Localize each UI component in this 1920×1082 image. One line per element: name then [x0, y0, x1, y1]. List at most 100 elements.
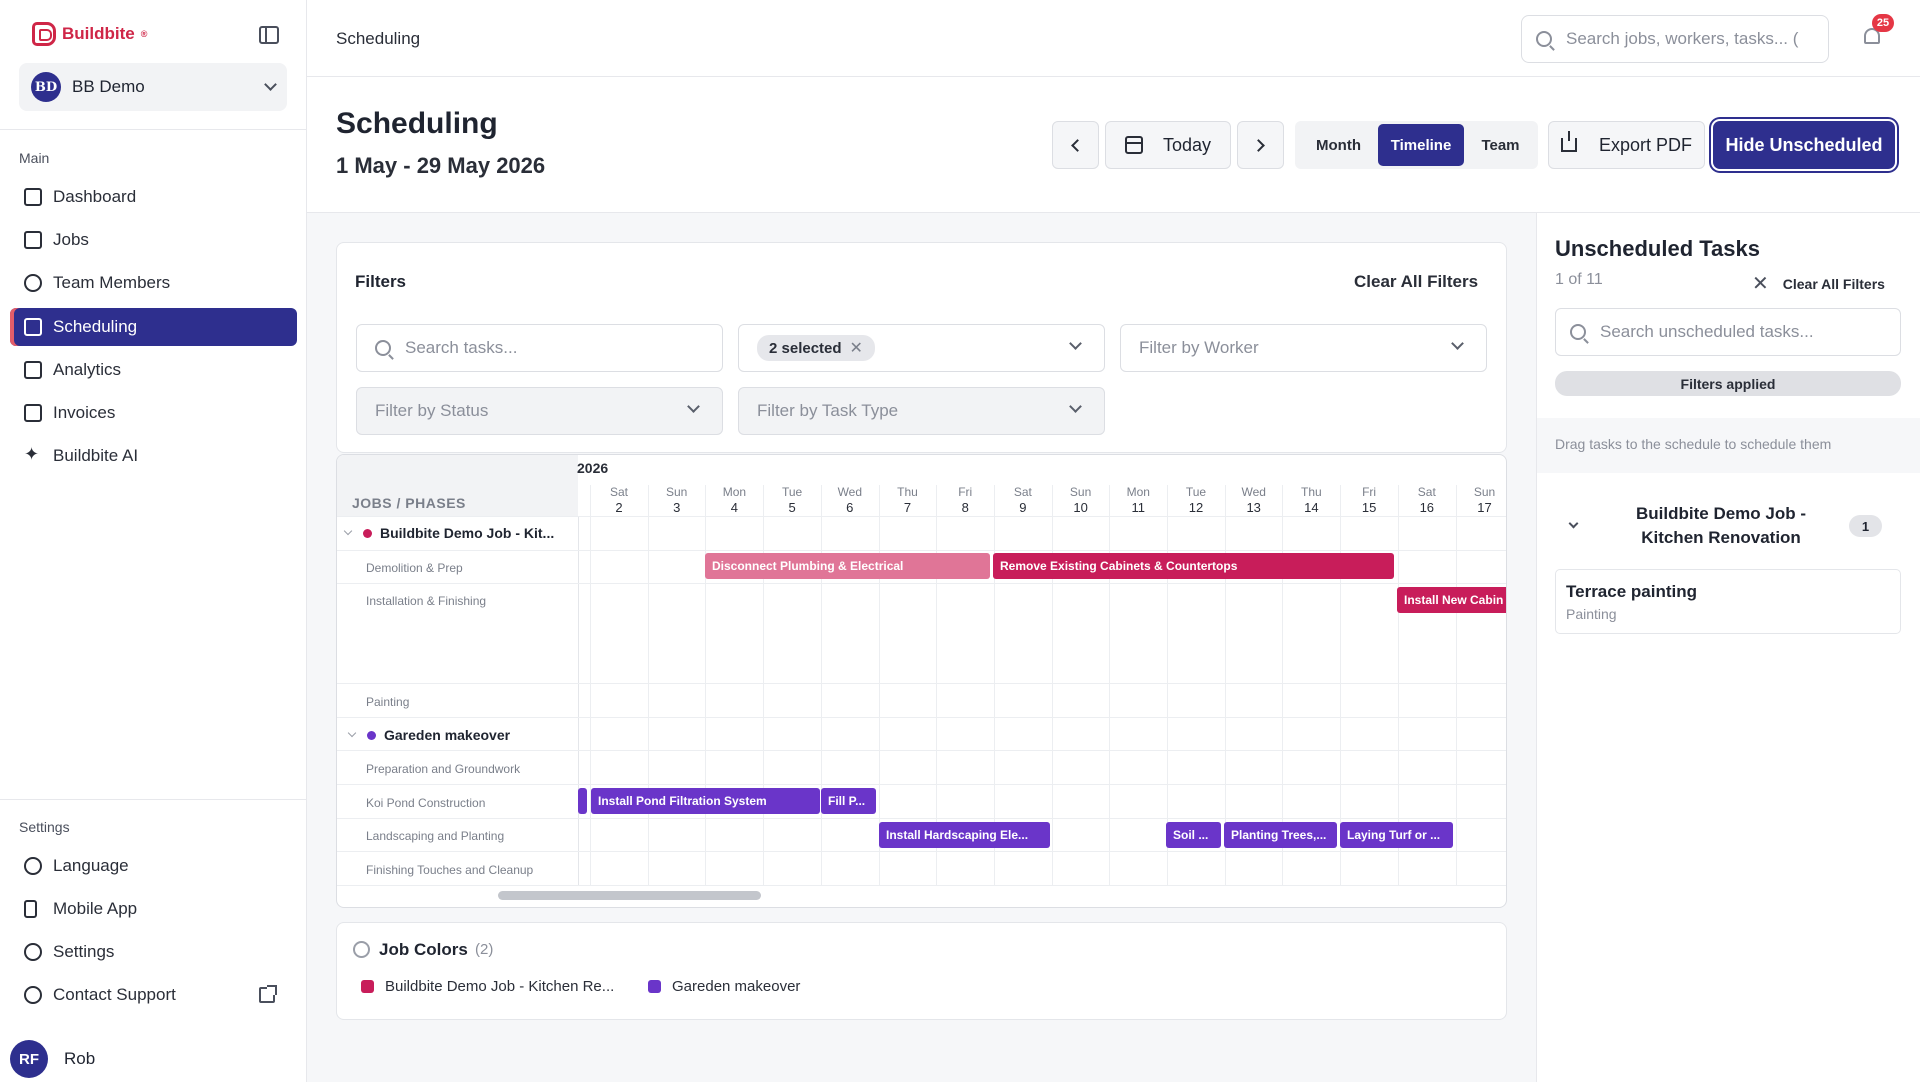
global-search[interactable] — [1521, 15, 1829, 63]
sidebar-item-dashboard[interactable]: Dashboard — [10, 178, 297, 216]
today-button[interactable]: Today — [1105, 121, 1231, 169]
task-search[interactable] — [356, 324, 723, 372]
timeline-job-row[interactable]: Buildbite Demo Job - Kit... — [343, 525, 554, 541]
sidebar-item-scheduling[interactable]: Scheduling — [10, 308, 297, 346]
view-month-button[interactable]: Month — [1299, 124, 1378, 166]
task-bar[interactable]: Laying Turf or ... — [1340, 822, 1453, 848]
view-team-button[interactable]: Team — [1466, 124, 1535, 166]
timeline-job-row[interactable]: Gareden makeover — [347, 727, 510, 743]
sidebar-toggle-icon[interactable] — [259, 26, 279, 44]
sidebar-item-language[interactable]: Language — [10, 847, 297, 885]
day-column-line — [590, 485, 591, 885]
timeline-day-header: Sun 17 — [1456, 485, 1507, 515]
task-search-input[interactable] — [405, 338, 704, 358]
unscheduled-clear-filters-button[interactable]: ✕ Clear All Filters — [1752, 271, 1885, 296]
view-timeline-button[interactable]: Timeline — [1378, 124, 1464, 166]
day-of-week: Fri — [1362, 485, 1377, 499]
job-colors-card — [336, 922, 1507, 1020]
sidebar-item-contact-support[interactable]: Contact Support — [10, 976, 297, 1014]
day-number: 5 — [788, 500, 796, 515]
job-filter-select[interactable]: 2 selected ✕ — [738, 324, 1105, 372]
task-bar[interactable]: Planting Trees,... — [1224, 822, 1337, 848]
registered-mark: ® — [140, 29, 148, 39]
close-icon[interactable]: ✕ — [850, 338, 863, 358]
unscheduled-task-card[interactable]: Terrace painting Painting — [1555, 569, 1901, 634]
task-bar[interactable]: Install Hardscaping Ele... — [879, 822, 1050, 848]
org-selector[interactable]: BD BB Demo — [19, 63, 287, 111]
row-divider — [337, 717, 1506, 718]
job-color-swatch — [648, 980, 661, 993]
task-bar[interactable]: Remove Existing Cabinets & Countertops — [993, 553, 1394, 579]
unscheduled-search[interactable] — [1555, 308, 1901, 356]
clear-all-filters-button[interactable]: Clear All Filters — [1354, 272, 1478, 292]
timeline-day-header: Wed 6 — [821, 485, 879, 515]
timeline-day-header: Wed 13 — [1225, 485, 1283, 515]
day-number: 15 — [1361, 500, 1377, 515]
worker-filter-select[interactable]: Filter by Worker — [1120, 324, 1487, 372]
sidebar-item-analytics[interactable]: Analytics — [10, 351, 297, 389]
day-of-week: Tue — [781, 485, 803, 499]
timeline-grid: JOBS / PHASES 2026 Sat 2 Sun 3 Mon 4 Tue 5 Wed 6 T… — [336, 454, 1507, 908]
phase-label: Preparation and Groundwork — [366, 762, 521, 776]
sidebar-item-invoices[interactable]: Invoices — [10, 394, 297, 432]
task-type-filter-select[interactable]: Filter by Task Type — [738, 387, 1105, 435]
prev-period-button[interactable] — [1052, 121, 1099, 169]
export-pdf-button[interactable]: Export PDF — [1548, 121, 1705, 169]
unscheduled-job-group[interactable]: Buildbite Demo Job - Kitchen Renovation … — [1568, 503, 1882, 549]
user-profile[interactable]: RF Rob — [10, 1040, 95, 1078]
sidebar-item-mobile-app[interactable]: Mobile App — [10, 890, 297, 928]
day-of-week: Tue — [1185, 485, 1207, 499]
day-of-week: Sat — [609, 485, 628, 499]
jobs-icon — [24, 231, 42, 249]
task-bar[interactable]: Install New Cabin — [1397, 587, 1506, 613]
day-of-week: Thu — [1301, 485, 1322, 499]
notification-badge: 25 — [1872, 14, 1894, 32]
sidebar-item-settings[interactable]: Settings — [10, 933, 297, 971]
sidebar-item-team-members[interactable]: Team Members — [10, 264, 297, 302]
status-filter-select[interactable]: Filter by Status — [356, 387, 723, 435]
next-period-button[interactable] — [1237, 121, 1284, 169]
sidebar-item-label: Mobile App — [53, 899, 138, 918]
day-column-line — [1051, 485, 1053, 885]
task-bar[interactable]: Soil ... — [1166, 822, 1221, 848]
task-bar[interactable] — [578, 788, 587, 814]
drag-hint: Drag tasks to the schedule to schedule t… — [1555, 436, 1832, 452]
task-bar[interactable]: Disconnect Plumbing & Electrical — [705, 553, 990, 579]
timeline-day-header: Fri 15 — [1340, 485, 1398, 515]
unscheduled-group-name: Buildbite Demo Job - Kitchen Renovation — [1636, 504, 1806, 547]
chevron-down-icon — [687, 400, 700, 413]
sidebar-item-jobs[interactable]: Jobs — [10, 221, 297, 259]
buildbite-logo[interactable]: Buildbite ® — [32, 22, 147, 46]
palette-icon — [353, 941, 370, 958]
unscheduled-task-type: Painting — [1566, 606, 1617, 622]
job-color-dot — [363, 528, 372, 538]
chevron-down-icon — [343, 526, 353, 536]
day-column-line — [1455, 485, 1457, 885]
avatar: RF — [10, 1040, 48, 1078]
phase-label: Koi Pond Construction — [366, 796, 486, 810]
timeline-day-header: Sun 3 — [648, 485, 706, 515]
hide-unscheduled-button[interactable]: Hide Unscheduled — [1713, 121, 1895, 169]
task-bar[interactable]: Fill P... — [821, 788, 876, 814]
timeline-horizontal-scrollbar[interactable] — [498, 891, 761, 900]
phone-icon — [24, 900, 37, 918]
job-color-legend-item: Gareden makeover — [648, 978, 800, 995]
day-column-line — [705, 485, 707, 885]
page-title: Scheduling — [336, 107, 498, 140]
day-of-week: Mon — [1126, 485, 1150, 499]
day-number: 8 — [961, 500, 969, 515]
sidebar-item-buildbite-ai[interactable]: Buildbite AI — [10, 437, 297, 475]
day-of-week: Mon — [722, 485, 747, 499]
row-divider — [337, 583, 1506, 584]
sidebar-item-label: Contact Support — [53, 985, 176, 1004]
day-column-line — [1109, 485, 1111, 885]
sidebar-divider — [0, 799, 307, 800]
day-number: 16 — [1419, 500, 1435, 515]
selected-jobs-chip[interactable]: 2 selected ✕ — [757, 335, 875, 361]
global-search-input[interactable] — [1566, 29, 1828, 49]
gear-icon — [24, 943, 42, 961]
task-bar[interactable]: Install Pond Filtration System — [591, 788, 820, 814]
today-label: Today — [1162, 134, 1212, 155]
app-name: Buildbite — [62, 24, 135, 43]
unscheduled-search-input[interactable] — [1600, 322, 1900, 342]
